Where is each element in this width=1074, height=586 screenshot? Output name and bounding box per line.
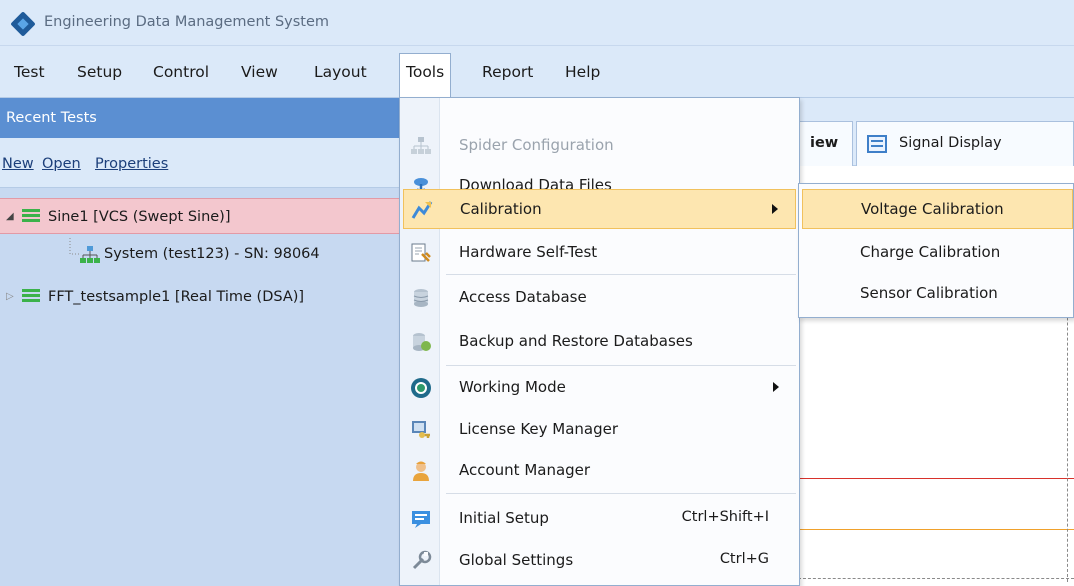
app-logo-icon [10, 11, 36, 37]
menu-item-shortcut: Ctrl+Shift+I [681, 509, 769, 525]
menu-item-label: Initial Setup [459, 509, 549, 527]
menu-separator [446, 274, 796, 275]
menu-item-shortcut: Ctrl+G [719, 551, 769, 567]
tree-item-label: Sine1 [VCS (Swept Sine)] [48, 209, 231, 225]
menu-item-calibration[interactable]: Calibration [403, 189, 796, 229]
menu-item-global-settings[interactable]: Global Settings Ctrl+G [400, 541, 799, 581]
tree-item-label: FFT_testsample1 [Real Time (DSA)] [48, 289, 305, 305]
submenu-item-label: Sensor Calibration [860, 284, 998, 302]
tests-tree: ◢ Sine1 [VCS (Swept Sine)] System (test1… [0, 188, 400, 586]
database-icon [413, 289, 429, 307]
calibration-icon [411, 201, 433, 219]
menu-item-account-manager[interactable]: Account Manager [400, 451, 799, 491]
submenu-item-voltage-calibration[interactable]: Voltage Calibration [802, 189, 1073, 229]
tab-signal-display[interactable]: Signal Display [856, 121, 1074, 166]
menu-item-label: Access Database [459, 288, 587, 306]
menu-item-label: Global Settings [459, 551, 574, 569]
tree-item-system[interactable]: System (test123) - SN: 98064 [0, 236, 400, 272]
menu-item-backup-and-restore-databases[interactable]: Backup and Restore Databases [400, 322, 799, 362]
mode-icon [411, 378, 431, 398]
setup-icon [412, 511, 430, 528]
submenu-item-charge-calibration[interactable]: Charge Calibration [799, 233, 1073, 273]
network-icon [411, 137, 431, 154]
plot-line-red [798, 478, 1074, 479]
title-bar: Engineering Data Management System [0, 0, 1074, 46]
menu-control[interactable]: Control [153, 59, 209, 85]
menu-item-working-mode[interactable]: Working Mode [400, 368, 799, 408]
collapse-icon[interactable]: ◢ [6, 199, 14, 233]
plot-border-dashed-bottom [798, 578, 1074, 579]
menu-item-license-key-manager[interactable]: License Key Manager [400, 410, 799, 450]
plot-line-orange [798, 529, 1074, 530]
menu-item-label: Calibration [460, 200, 542, 218]
tree-item-sine1[interactable]: ◢ Sine1 [VCS (Swept Sine)] [0, 198, 400, 234]
window-title: Engineering Data Management System [44, 14, 330, 30]
tab-label: Signal Display [899, 135, 1002, 151]
settings-icon [412, 550, 432, 570]
submenu-item-sensor-calibration[interactable]: Sensor Calibration [799, 274, 1073, 314]
menu-item-label: Backup and Restore Databases [459, 332, 693, 350]
test-list-icon [22, 289, 40, 305]
menu-item-initial-setup[interactable]: Initial Setup Ctrl+Shift+I [400, 499, 799, 539]
test-list-icon [22, 209, 40, 225]
submenu-item-label: Charge Calibration [860, 243, 1001, 261]
new-link[interactable]: New [2, 156, 34, 172]
self-test-icon [411, 243, 431, 262]
tree-connector-icon [69, 238, 80, 255]
panel-toolbar: New Open Properties [0, 138, 400, 188]
menu-test[interactable]: Test [14, 59, 45, 85]
backup-icon [413, 333, 431, 351]
signal-display-icon [867, 135, 887, 153]
calibration-submenu: Voltage Calibration Charge Calibration S… [798, 183, 1074, 318]
menu-separator [446, 493, 796, 494]
menu-view[interactable]: View [241, 59, 278, 85]
menu-report[interactable]: Report [482, 59, 533, 85]
menu-help[interactable]: Help [565, 59, 600, 85]
menu-separator [446, 365, 796, 366]
tree-item-fft-testsample1[interactable]: ▷ FFT_testsample1 [Real Time (DSA)] [0, 279, 400, 315]
menu-item-label: Account Manager [459, 461, 591, 479]
recent-tests-panel: Recent Tests New Open Properties ◢ Sine1… [0, 98, 400, 586]
menu-tools[interactable]: Tools [399, 53, 452, 98]
network-icon [80, 246, 100, 263]
menu-item-label: Hardware Self-Test [459, 243, 598, 261]
properties-link[interactable]: Properties [95, 156, 168, 172]
menu-layout[interactable]: Layout [314, 59, 367, 85]
tools-menu: Spider Configuration Download Data Files… [399, 97, 800, 586]
menu-item-label: Spider Configuration [459, 136, 614, 154]
license-key-icon [412, 421, 430, 438]
menu-bar: Test Setup Control View Layout Tools Rep… [0, 46, 1074, 98]
submenu-item-label: Voltage Calibration [861, 200, 1004, 218]
menu-item-label: License Key Manager [459, 420, 619, 438]
submenu-arrow-icon [772, 204, 778, 214]
tree-item-label: System (test123) - SN: 98064 [104, 246, 320, 262]
menu-item-label: Working Mode [459, 378, 566, 396]
menu-item-hardware-self-test[interactable]: Hardware Self-Test [400, 233, 799, 273]
submenu-arrow-icon [773, 382, 779, 392]
account-icon [413, 461, 429, 481]
menu-item-spider-configuration[interactable]: Spider Configuration [400, 126, 799, 166]
expand-icon[interactable]: ▷ [6, 279, 14, 315]
tab-view[interactable]: iew [795, 121, 853, 166]
panel-header: Recent Tests [0, 98, 400, 138]
menu-setup[interactable]: Setup [77, 59, 122, 85]
open-link[interactable]: Open [42, 156, 81, 172]
menu-item-access-database[interactable]: Access Database [400, 278, 799, 318]
